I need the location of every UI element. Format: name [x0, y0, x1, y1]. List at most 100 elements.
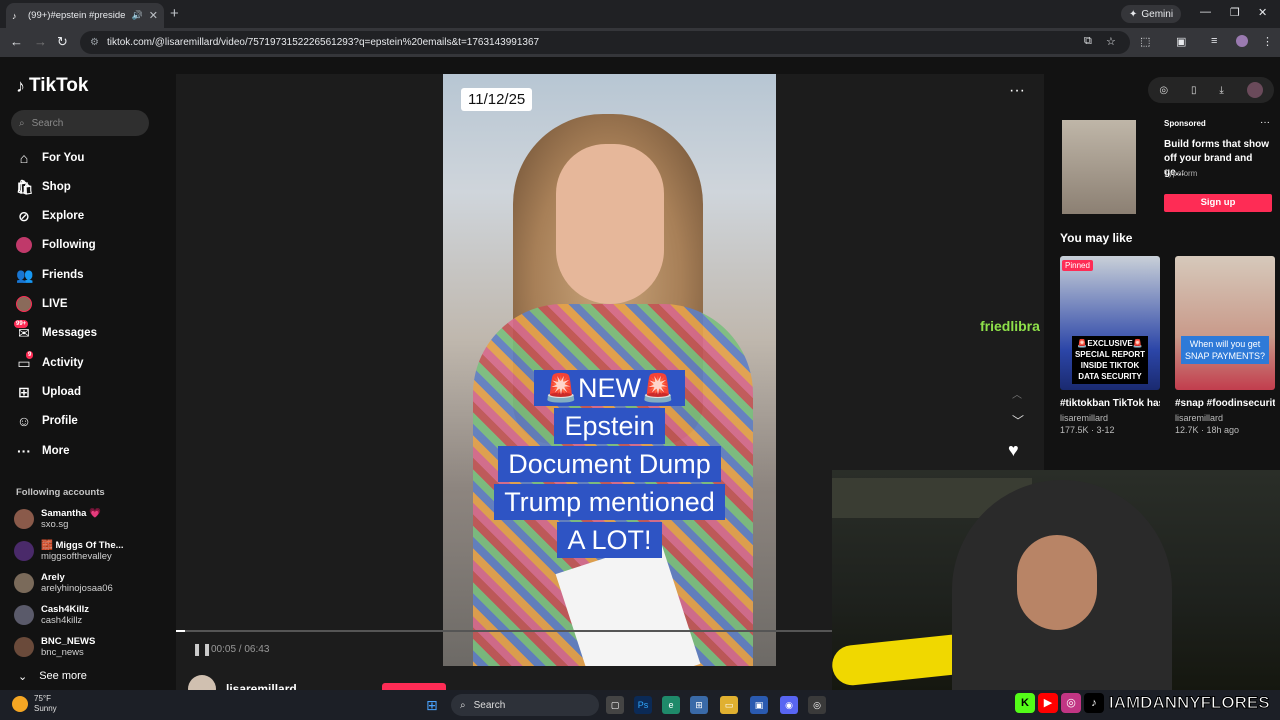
next-video-icon[interactable]: ﹀ — [1012, 412, 1024, 429]
kick-icon: K — [1015, 693, 1035, 713]
more-options-icon[interactable]: ··· — [1009, 82, 1025, 100]
restore-icon[interactable]: ❐ — [1230, 6, 1240, 19]
more-icon: ··· — [17, 443, 31, 459]
sidebar: ♪ TikTok ⌕ Search ⌂ For You 🛍 Shop ⊘ Explore … — [0, 57, 160, 690]
sidebar-item-shop[interactable]: 🛍 Shop — [16, 177, 71, 197]
sponsored-thumbnail[interactable] — [1062, 120, 1136, 214]
avatar — [14, 637, 34, 657]
sidebar-item-more[interactable]: ··· More — [16, 441, 69, 461]
sidebar-item-friends[interactable]: 👥 Friends — [16, 265, 84, 285]
file-explorer-icon[interactable]: ▭ — [720, 696, 738, 714]
recommended-card[interactable]: Pinned 🚨EXCLUSIVE🚨 SPECIAL REPORT INSIDE… — [1060, 256, 1160, 435]
video-frame[interactable]: 11/12/25 🚨NEW🚨 Epstein Document Dump Tru… — [443, 74, 776, 666]
profile-avatar[interactable] — [1236, 35, 1248, 47]
previous-video-icon[interactable]: ︿ — [1012, 386, 1022, 401]
device-icon[interactable]: ▯ — [1191, 85, 1197, 96]
install-icon[interactable]: ⧉ — [1084, 35, 1092, 48]
caption-line: 🚨NEW🚨 — [534, 370, 685, 406]
forward-icon[interactable]: → — [34, 34, 47, 49]
reload-icon[interactable]: ↻ — [57, 34, 68, 50]
account-item[interactable]: BNC_NEWS bnc_news — [14, 636, 95, 658]
sidebar-item-explore[interactable]: ⊘ Explore — [16, 206, 84, 226]
chat-username-overlay: friedlibra — [980, 318, 1040, 334]
search-input[interactable]: ⌕ Search — [11, 110, 149, 136]
discord-icon[interactable]: ◉ — [780, 696, 798, 714]
activity-icon: ▭ 9 — [17, 350, 34, 371]
account-item[interactable]: Arely arelyhinojosaa06 — [14, 572, 113, 594]
minimize-icon[interactable]: — — [1200, 6, 1211, 18]
tab-strip: ♪ (99+)#epstein #presidenttr 🔊 ✕ + ✦Gemi… — [0, 0, 1280, 28]
video-progress-bar[interactable] — [176, 630, 832, 632]
edge-icon[interactable]: e — [662, 696, 680, 714]
profile-icon: ☺ — [16, 413, 32, 429]
account-item[interactable]: Cash4Killz cash4killz — [14, 604, 89, 626]
tiktok-note-icon: ♪ — [16, 75, 25, 96]
new-tab-button[interactable]: + — [170, 5, 179, 22]
caption-line: Document Dump — [498, 446, 721, 482]
sidebar-item-following[interactable]: Following — [16, 235, 96, 255]
chrome-icon[interactable]: ◎ — [808, 696, 826, 714]
see-more-button[interactable]: ⌄ See more — [18, 670, 87, 683]
address-bar: ← → ↻ ⚙ tiktok.com/@lisaremillard/video/… — [0, 28, 1280, 57]
close-window-icon[interactable]: ✕ — [1258, 6, 1267, 19]
recommended-card[interactable]: When will you get SNAP PAYMENTS? #snap #… — [1175, 256, 1275, 435]
store-icon[interactable]: ⊞ — [690, 696, 708, 714]
tab-title: (99+)#epstein #presidenttr — [28, 10, 126, 21]
avatar[interactable] — [1246, 82, 1263, 98]
back-icon[interactable]: ← — [10, 34, 23, 49]
gemini-button[interactable]: ✦ Gemini — [1121, 5, 1182, 23]
sidebar-item-profile[interactable]: ☺ Profile — [16, 411, 78, 431]
extensions-icon[interactable]: ⬚ — [1140, 35, 1150, 48]
card-thumbnail: When will you get SNAP PAYMENTS? — [1175, 256, 1275, 390]
social-handle-overlay: K ▶ ◎ ♪ IAMDANNYFLORES — [1015, 690, 1270, 716]
sidebar-item-messages[interactable]: ✉ 99+ Messages — [14, 319, 97, 343]
sponsored-more-icon[interactable]: ··· — [1260, 117, 1270, 128]
bookmark-star-icon[interactable]: ☆ — [1106, 35, 1116, 48]
compass-icon[interactable]: ◎ — [1159, 85, 1168, 96]
sidebar-item-activity[interactable]: ▭ 9 Activity — [16, 350, 84, 373]
pause-icon[interactable]: ❚❚ — [192, 642, 212, 656]
compass-icon: ⊘ — [18, 207, 30, 224]
shop-icon: 🛍 — [16, 178, 34, 195]
top-actions: ◎ ▯ ⤓ — [1148, 77, 1274, 103]
upload-icon: ⊞ — [18, 383, 30, 400]
download-icon[interactable]: ⤓ — [1219, 85, 1223, 96]
tiktok-icon: ♪ — [1084, 693, 1104, 713]
video-progress-fill — [176, 630, 185, 632]
photoshop-icon[interactable]: Ps — [634, 696, 652, 714]
weather-widget[interactable]: 75°F Sunny — [12, 694, 57, 714]
you-may-like-title: You may like — [1060, 231, 1133, 245]
url-field[interactable]: ⚙ tiktok.com/@lisaremillard/video/757197… — [80, 31, 1130, 54]
like-heart-icon[interactable]: ♥ — [1008, 440, 1019, 461]
sidebar-item-live[interactable]: LIVE — [16, 294, 68, 314]
search-icon: ⌕ — [460, 699, 466, 711]
avatar — [14, 573, 34, 593]
audio-icon[interactable]: 🔊 — [132, 10, 143, 21]
browser-tab[interactable]: ♪ (99+)#epstein #presidenttr 🔊 ✕ — [6, 3, 164, 28]
url-text: tiktok.com/@lisaremillard/video/75719731… — [106, 37, 540, 48]
taskbar-search[interactable]: ⌕ Search — [451, 694, 599, 716]
windows-start-icon[interactable]: ⊞ — [426, 697, 438, 714]
sidebar-item-for-you[interactable]: ⌂ For You — [16, 148, 85, 168]
app-icon[interactable]: ▣ — [750, 696, 768, 714]
tiktok-favicon-icon: ♪ — [12, 10, 17, 21]
account-item[interactable]: Samantha 💗 sxo.sg — [14, 508, 101, 530]
close-tab-icon[interactable]: ✕ — [149, 9, 158, 22]
account-item[interactable]: 🧱 Miggs Of The... miggsofthevalley — [14, 540, 124, 562]
caption-line: Epstein — [554, 408, 665, 444]
caption-line: Trump mentioned — [494, 484, 725, 520]
video-date-chip: 11/12/25 — [461, 88, 533, 111]
sign-up-button[interactable]: Sign up — [1164, 194, 1272, 212]
media-icon[interactable]: ≡ — [1211, 35, 1217, 47]
instagram-icon: ◎ — [1061, 693, 1081, 713]
tiktok-logo[interactable]: ♪ TikTok — [16, 75, 88, 97]
sidepanel-icon[interactable]: ▣ — [1176, 35, 1186, 48]
sidebar-item-upload[interactable]: ⊞ Upload — [16, 382, 81, 402]
task-view-icon[interactable]: ▢ — [606, 696, 624, 714]
site-info-icon[interactable]: ⚙ — [90, 37, 99, 48]
messages-icon: ✉ 99+ — [14, 319, 30, 341]
messages-badge: 99+ — [14, 319, 29, 328]
chrome-menu-icon[interactable]: ⋮ — [1262, 35, 1273, 48]
streamer-handle: IAMDANNYFLORES — [1109, 693, 1271, 713]
card-author: lisaremillard — [1060, 413, 1109, 423]
